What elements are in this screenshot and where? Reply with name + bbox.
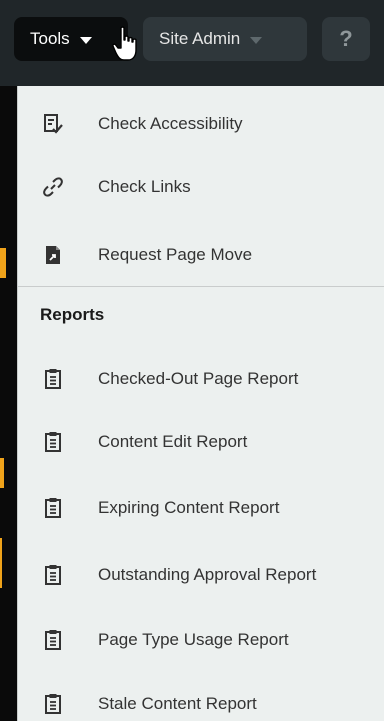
menu-item-outstanding-approval-report[interactable]: Outstanding Approval Report [18,545,384,605]
accessibility-check-icon [44,114,63,134]
menu-item-expiring-content-report[interactable]: Expiring Content Report [18,478,384,538]
menu-item-label: Page Type Usage Report [98,630,289,649]
report-icon [45,369,61,389]
menu-item-content-edit-report[interactable]: Content Edit Report [18,412,384,472]
site-admin-menu-button[interactable]: Site Admin [143,17,307,61]
site-admin-button-label: Site Admin [159,29,241,48]
menu-item-label: Outstanding Approval Report [98,565,317,584]
menu-item-stale-content-report[interactable]: Stale Content Report [18,674,384,721]
hand-cursor-icon [112,26,137,61]
tools-menu-button[interactable]: Tools [14,17,128,61]
accent-mark [0,248,6,278]
help-button[interactable]: ? [322,17,370,61]
reports-section-heading: Reports [40,305,105,324]
menu-item-request-page-move[interactable]: Request Page Move [18,225,384,285]
menu-item-label: Expiring Content Report [98,498,280,517]
report-icon [45,694,61,714]
menu-item-label: Request Page Move [98,245,253,264]
menu-item-checked-out-page-report[interactable]: Checked-Out Page Report [18,349,384,409]
accent-mark [0,458,4,488]
menu-item-check-links[interactable]: Check Links [18,157,384,217]
tools-button-label: Tools [30,29,70,48]
chevron-down-icon [79,36,92,44]
background-page-strip [0,86,17,721]
report-icon [45,565,61,585]
page-move-icon [46,246,60,264]
accent-mark [0,538,2,588]
menu-item-label: Checked-Out Page Report [98,369,299,388]
menu-item-label: Content Edit Report [98,432,248,451]
menu-item-label: Check Links [98,177,191,196]
menu-item-label: Stale Content Report [98,694,257,713]
report-icon [45,630,61,650]
menu-item-page-type-usage-report[interactable]: Page Type Usage Report [18,610,384,670]
menu-item-check-accessibility[interactable]: Check Accessibility [18,94,384,154]
menu-item-label: Check Accessibility [98,114,243,133]
report-icon [45,432,61,452]
menu-divider [18,286,384,287]
tools-dropdown-menu: Check Accessibility Check Links Request … [17,86,384,721]
top-toolbar: Tools Site Admin ? [0,0,384,86]
help-icon: ? [339,26,353,51]
link-icon [43,177,63,197]
report-icon [45,498,61,518]
chevron-down-icon [250,36,263,44]
